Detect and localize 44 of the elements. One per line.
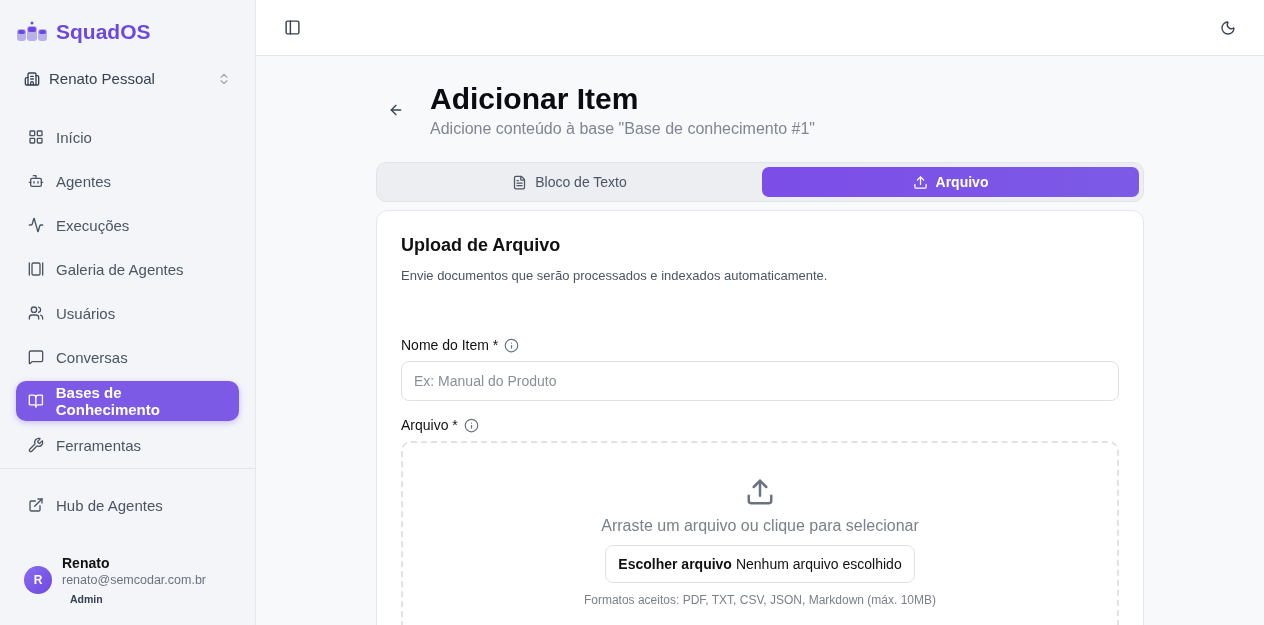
info-icon [463,417,479,433]
nav-icon [28,349,44,365]
drop-prompt: Arraste um arquivo ou clique para selecionar [601,517,919,535]
nav-icon [28,129,44,145]
page-subtitle: Adicione conteúdo à base "Base de conhecimento #1" [430,120,815,138]
tab-icon [512,174,528,190]
nav-icon [28,261,44,277]
sidebar-item[interactable]: Agentes [16,161,239,201]
sidebar-item[interactable]: Usuários [16,293,239,333]
upload-icon [745,477,775,507]
brand-name: SquadOS [56,20,151,44]
user-avatar: R [24,566,52,594]
field-label: Arquivo * [401,417,458,433]
building-icon [24,70,40,87]
nav-icon [28,173,44,189]
tab[interactable]: Arquivo [762,167,1139,197]
info-icon [504,337,520,353]
sidebar-item[interactable]: Execuções [16,205,239,245]
sidebar-link[interactable]: Hub de Agentes [16,485,239,525]
page-title: Adicionar Item [430,82,640,116]
card-description: Envie documentos que serão processados e indexados automaticamente. [401,268,829,283]
user-email: renato@semcodar.com.br [62,573,206,587]
field-label: Nome do Item * [401,337,499,353]
nav-icon [28,393,44,409]
robots-logo-icon [16,21,48,43]
external-link-icon [28,497,44,513]
nav-icon [28,217,44,233]
card-title: Upload de Arquivo [401,235,562,256]
nav-icon [28,305,44,321]
user-role: Admin [70,593,104,605]
input-field[interactable]: Ex: Manual do Produto [401,361,1119,401]
tab-icon [912,174,928,190]
user-name: Renato [62,555,111,571]
sidebar-item[interactable]: Início [16,117,239,157]
file-drop-zone[interactable]: Arraste um arquivo ou clique para selecionar Escolher arquivo Nenhum arquivo escolhido Formatos aceitos: PDF, TXT, CSV, JSON, Markdown (máx. 10MB) [401,441,1119,625]
sidebar-item[interactable]: Conversas [16,337,239,377]
nav-icon [28,437,44,453]
tab[interactable]: Bloco de Texto [381,167,758,197]
sidebar-item[interactable]: Galeria de Agentes [16,249,239,289]
format-hint: Formatos aceitos: PDF, TXT, CSV, JSON, Markdown (máx. 10MB) [583,593,937,607]
file-picker[interactable]: Escolher arquivo Nenhum arquivo escolhido [605,545,915,583]
sidebar-item[interactable]: Ferramentas [16,425,239,465]
workspace-switcher[interactable]: Renato Pessoal [16,66,239,91]
sidebar-item[interactable]: Bases de Conhecimento [16,381,239,421]
